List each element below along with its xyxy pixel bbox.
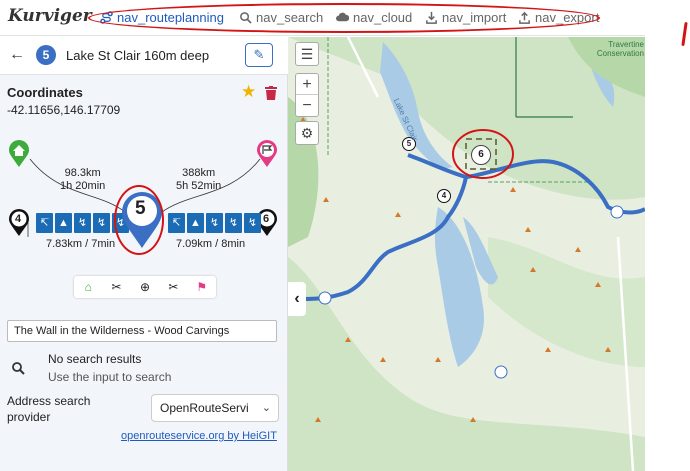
app-root: Kurviger nav_routeplanning nav_search na… bbox=[0, 0, 690, 471]
distance-left: 98.3km 1h 20min bbox=[60, 167, 105, 193]
segment-left-distance: 7.83km / 7min bbox=[46, 238, 116, 250]
zoom-controls: + − bbox=[295, 73, 319, 117]
search-icon bbox=[12, 362, 25, 375]
curve-icon: ↯ bbox=[225, 213, 242, 233]
layers-button[interactable]: ☰ bbox=[295, 42, 319, 66]
no-results-hint: Use the input to search bbox=[48, 370, 172, 384]
map-canvas bbox=[288, 37, 645, 471]
coordinates-label: Coordinates bbox=[7, 85, 83, 100]
pencil-icon: ✎ bbox=[253, 47, 265, 62]
home-pin-icon[interactable] bbox=[8, 140, 30, 168]
segment-right-distance: 7.09km / 8min bbox=[176, 238, 246, 250]
highway-icon: ▲ bbox=[55, 213, 72, 233]
star-icon[interactable]: ★ bbox=[241, 82, 256, 102]
right-margin bbox=[645, 0, 690, 471]
provider-value: OpenRouteServi bbox=[160, 401, 249, 415]
zoom-in-button[interactable]: + bbox=[296, 74, 318, 95]
waypoint-6-number: 6 bbox=[263, 213, 270, 225]
collapse-sidebar-button[interactable]: ‹ bbox=[288, 282, 306, 316]
motorcycle-icon: ↸ bbox=[36, 213, 53, 233]
edit-button[interactable]: ✎ bbox=[245, 43, 273, 67]
distance-right-km: 388km bbox=[182, 167, 216, 179]
curve-icon: ↯ bbox=[93, 213, 110, 233]
scissors-icon[interactable]: ✂ bbox=[162, 280, 184, 294]
flag-icon[interactable]: ⚑ bbox=[191, 280, 213, 294]
segment-right-profiles[interactable]: ↸ ▲ ↯ ↯ ↯ bbox=[168, 213, 261, 233]
zoom-in-icon[interactable]: ⊕ bbox=[134, 280, 156, 294]
sidebar: ← 5 Lake St Clair 160m deep ✎ Coordinate… bbox=[0, 37, 288, 471]
waypoint-title: Lake St Clair 160m deep bbox=[66, 48, 210, 63]
waypoint-4-number: 4 bbox=[15, 213, 22, 225]
layers-icon: ☰ bbox=[300, 46, 314, 62]
zoom-out-button[interactable]: − bbox=[296, 95, 318, 116]
waypoint-number-badge: 5 bbox=[36, 45, 56, 65]
map-view[interactable]: 5 6 4 Travertine Conservation Lake St Cl… bbox=[288, 37, 645, 471]
home-icon[interactable]: ⌂ bbox=[77, 280, 99, 294]
distance-right-time: 5h 52min bbox=[176, 180, 222, 192]
distance-right: 388km 5h 52min bbox=[176, 167, 221, 193]
highway-icon: ▲ bbox=[187, 213, 204, 233]
provider-label: Address search provider bbox=[7, 394, 91, 424]
destination-pin-icon[interactable] bbox=[256, 140, 278, 168]
attribution-link[interactable]: openrouteservice.org by HeiGIT bbox=[121, 430, 277, 442]
annotation-ellipse-nav bbox=[88, 3, 600, 33]
curve-icon: ↯ bbox=[74, 213, 91, 233]
curve-icon: ↯ bbox=[206, 213, 223, 233]
no-results-text: No search results bbox=[48, 352, 142, 366]
gear-icon: ⚙ bbox=[300, 125, 314, 141]
scissors-icon[interactable]: ✂ bbox=[106, 280, 128, 294]
chevron-down-icon: ⌄ bbox=[261, 402, 271, 414]
search-input[interactable] bbox=[7, 320, 277, 342]
provider-select[interactable]: OpenRouteServi ⌄ bbox=[151, 394, 279, 422]
annotation-circle-waypoint bbox=[114, 185, 164, 255]
coordinates-value: -42.11656,146.17709 bbox=[7, 103, 121, 117]
waypoint-header: ← 5 Lake St Clair 160m deep ✎ bbox=[0, 37, 288, 75]
map-marker-6[interactable]: 6 bbox=[471, 145, 491, 165]
back-arrow-icon[interactable]: ← bbox=[9, 46, 25, 64]
curve-icon: ↯ bbox=[244, 213, 261, 233]
motorcycle-icon: ↸ bbox=[168, 213, 185, 233]
chevron-left-icon: ‹ bbox=[294, 290, 300, 307]
top-nav: Kurviger nav_routeplanning nav_search na… bbox=[0, 0, 645, 36]
map-area-label: Travertine Conservation bbox=[596, 40, 644, 58]
app-logo[interactable]: Kurviger bbox=[8, 6, 92, 26]
trash-icon[interactable] bbox=[265, 86, 277, 100]
settings-button[interactable]: ⚙ bbox=[295, 121, 319, 145]
map-marker-4[interactable]: 4 bbox=[437, 189, 451, 203]
distance-left-time: 1h 20min bbox=[60, 180, 106, 192]
waypoint-toolbar: ⌂ ✂ ⊕ ✂ ⚑ bbox=[74, 276, 216, 298]
distance-left-km: 98.3km bbox=[64, 167, 101, 179]
